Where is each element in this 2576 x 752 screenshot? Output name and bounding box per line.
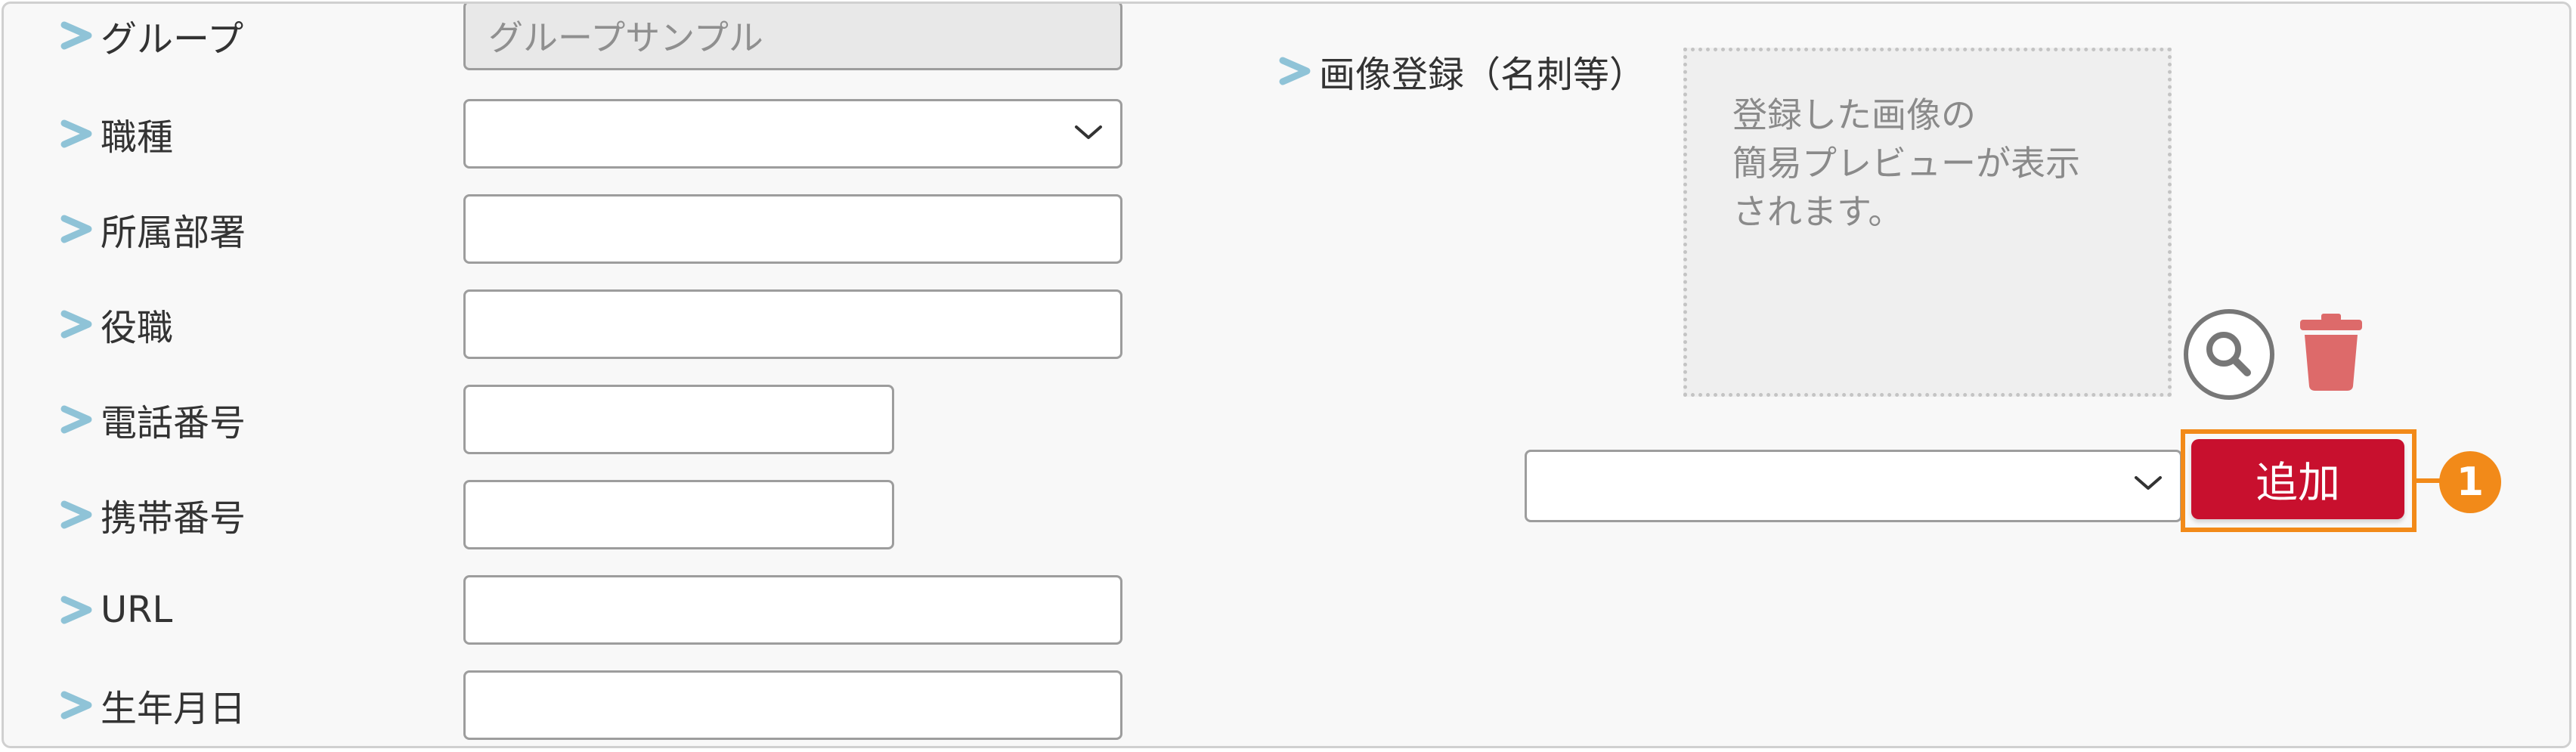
chevron-right-icon [60, 596, 92, 624]
chevron-right-icon [60, 215, 92, 243]
chevron-right-icon [60, 119, 92, 148]
form-panel: グループ グループサンプル 職種 所属部署 役職 電話番号 携帯番号 URL 生… [2, 2, 2571, 748]
chevron-right-icon [60, 21, 92, 50]
preview-text-line: 簡易プレビューが表示 [1732, 143, 2080, 184]
trash-icon[interactable] [2299, 312, 2364, 391]
row-group: グループ グループサンプル [4, 4, 1213, 73]
image-preview: 登録した画像の 簡易プレビューが表示 されます。 [1683, 48, 2172, 397]
occupation-label: 職種 [57, 96, 173, 172]
chevron-right-icon [60, 691, 92, 720]
position-label: 役職 [57, 286, 173, 362]
magnifier-icon[interactable] [2182, 308, 2276, 401]
department-label-text: 所属部署 [101, 212, 246, 254]
chevron-down-icon [1075, 125, 1102, 139]
add-button-label: 追加 [2256, 458, 2340, 508]
preview-text-line: 登録した画像の [1732, 94, 1976, 135]
birthday-input[interactable] [463, 670, 1122, 740]
birthday-label-text: 生年月日 [101, 688, 246, 730]
image-registration-label: 画像登録（名刺等） [1275, 37, 1646, 105]
group-field: グループサンプル [463, 4, 1122, 70]
row-position: 役職 [4, 286, 1213, 362]
chevron-right-icon [60, 405, 92, 434]
callout-badge: 1 [2439, 451, 2501, 513]
image-type-select[interactable] [1525, 450, 2182, 522]
url-input[interactable] [463, 575, 1122, 645]
row-url: URL [4, 572, 1213, 648]
url-label: URL [57, 572, 172, 648]
birthday-label: 生年月日 [57, 667, 246, 743]
row-occupation: 職種 [4, 96, 1213, 172]
group-field-value: グループサンプル [488, 17, 763, 58]
position-label-text: 役職 [101, 307, 174, 349]
occupation-label-text: 職種 [101, 116, 174, 159]
add-button[interactable]: 追加 [2191, 439, 2404, 519]
row-phone: 電話番号 [4, 382, 1213, 457]
occupation-select[interactable] [463, 99, 1122, 169]
department-label: 所属部署 [57, 191, 246, 267]
row-department: 所属部署 [4, 191, 1213, 267]
chevron-right-icon [60, 310, 92, 339]
mobile-label: 携帯番号 [57, 477, 246, 552]
department-input[interactable] [463, 194, 1122, 264]
mobile-label-text: 携帯番号 [101, 497, 246, 540]
row-mobile: 携帯番号 [4, 477, 1213, 552]
phone-label: 電話番号 [57, 382, 246, 457]
chevron-right-icon [60, 500, 92, 529]
url-label-text: URL [101, 589, 173, 631]
row-birthday: 生年月日 [4, 667, 1213, 743]
position-input[interactable] [463, 289, 1122, 359]
chevron-right-icon [1279, 57, 1311, 85]
chevron-down-icon [2135, 476, 2162, 490]
group-label-text: グループ [101, 18, 244, 60]
preview-text-line: されます。 [1732, 191, 1903, 232]
image-registration-label-text: 画像登録（名刺等） [1319, 54, 1646, 96]
phone-label-text: 電話番号 [101, 402, 246, 444]
phone-input[interactable] [463, 385, 894, 454]
group-label: グループ [57, 4, 244, 73]
callout-number: 1 [2456, 460, 2485, 505]
mobile-input[interactable] [463, 480, 894, 549]
